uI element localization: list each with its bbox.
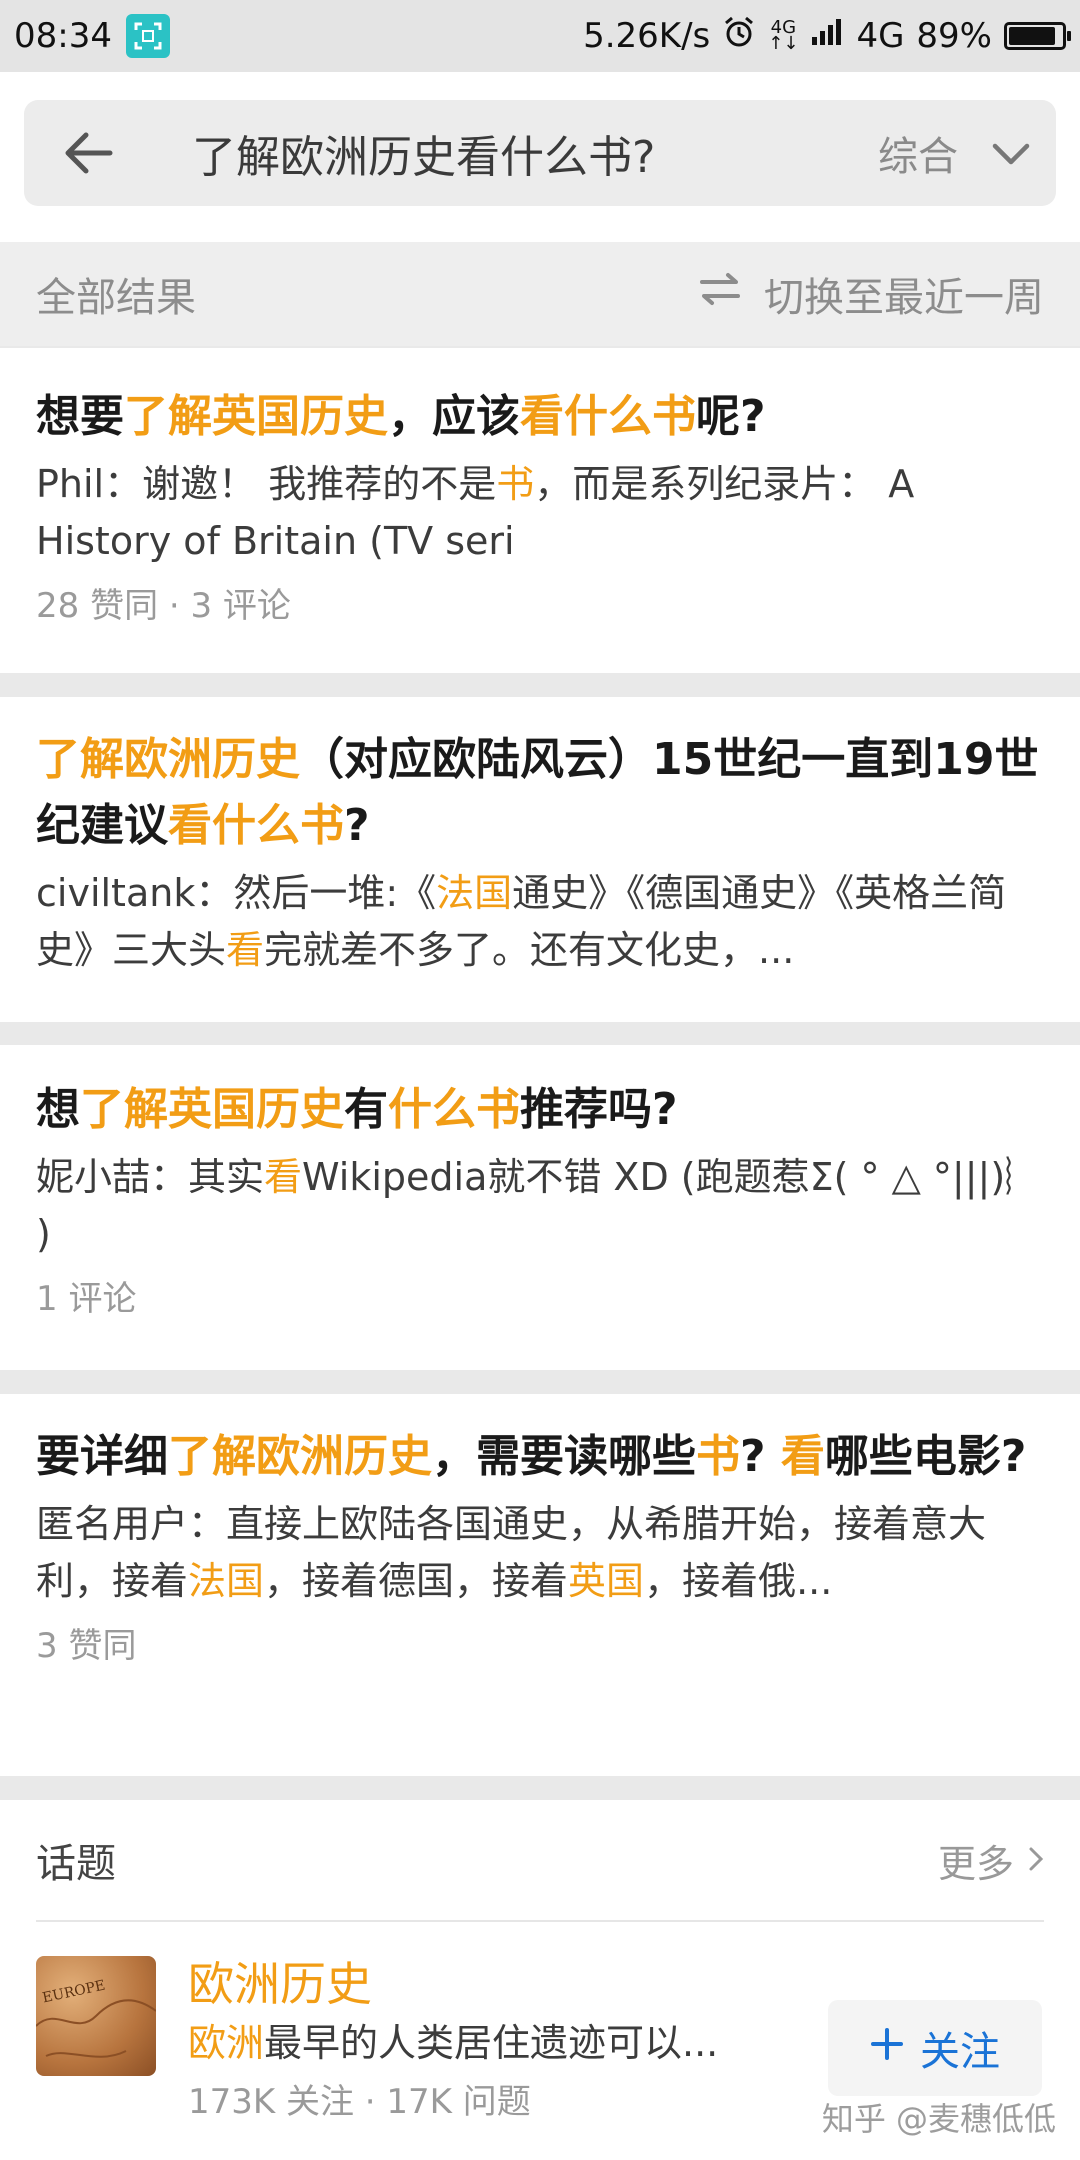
result-meta: 3 赞同 [36, 1626, 137, 1666]
network-speed: 5.26K/s [583, 16, 711, 56]
network-type: 4G [856, 16, 905, 56]
search-header: 了解欧洲历史看什么书? 综合 [0, 72, 1080, 242]
result-meta: 28 赞同 · 3 评论 [36, 586, 291, 626]
all-results-label: 全部结果 [36, 275, 196, 321]
topic-thumbnail[interactable]: EUROPE [36, 1956, 156, 2076]
result-card[interactable]: 想要了解英国历史，应该看什么书呢? Phil：谢邀！ 我推荐的不是书，而是系列纪… [0, 348, 1080, 673]
more-topics-link[interactable]: 更多 [938, 1833, 1044, 1888]
result-card[interactable]: 了解欧洲历史（对应欧陆风云）15世纪一直到19世纪建议看什么书? civilta… [0, 697, 1080, 1022]
mobile-data-indicator: 4G ↑↓ [768, 17, 799, 54]
topic-description: 欧洲最早的人类居住遗迹可以... [188, 2021, 719, 2065]
battery-percent: 89% [916, 16, 992, 56]
search-box[interactable]: 了解欧洲历史看什么书? 综合 [24, 100, 1056, 206]
battery-icon [1004, 22, 1071, 50]
status-time: 08:34 [14, 16, 112, 56]
result-snippet: Phil：谢邀！ 我推荐的不是书，而是系列纪录片： A History of B… [36, 462, 915, 563]
topics-section: 话题 更多 EUROPE 欧洲历史 欧洲最早的人类居住遗迹可以... 173K … [0, 1800, 1080, 2160]
arrow-left-icon[interactable] [62, 131, 152, 175]
result-snippet: 妮小喆：其实看Wikipedia就不错 XD (跑题惹Σ( ° △ °|||)︴… [36, 1155, 1044, 1256]
result-title[interactable]: 了解欧洲历史（对应欧陆风云）15世纪一直到19世纪建议看什么书? [36, 727, 1044, 859]
topic-name[interactable]: 欧洲历史 [188, 1948, 372, 2014]
follow-button[interactable]: 关注 [828, 2000, 1042, 2096]
result-snippet: 匿名用户：直接上欧陆各国通史，从希腊开始，接着意大利，接着法国，接着德国，接着英… [36, 1502, 987, 1603]
signal-icon [810, 16, 844, 56]
result-meta: 1 评论 [36, 1279, 137, 1319]
status-bar: 08:34 5.26K/s 4G ↑↓ 4G 89% [0, 0, 1080, 72]
sort-label: 综合 [878, 134, 958, 180]
chevron-down-icon [992, 130, 1030, 176]
sort-dropdown[interactable]: 综合 [878, 124, 1030, 182]
swap-arrows-icon [698, 271, 742, 317]
follow-label: 关注 [920, 2029, 1000, 2075]
watermark: 知乎 @麦穗低低 [821, 2100, 1056, 2138]
result-card[interactable]: 想了解英国历史有什么书推荐吗? 妮小喆：其实看Wikipedia就不错 XD (… [0, 1045, 1080, 1370]
results-filter-bar: 全部结果 切换至最近一周 [0, 242, 1080, 346]
plus-icon [870, 2025, 904, 2071]
result-title[interactable]: 想了解英国历史有什么书推荐吗? [36, 1077, 1044, 1143]
search-query[interactable]: 了解欧洲历史看什么书? [192, 121, 878, 185]
more-label: 更多 [937, 1841, 1014, 1886]
chevron-right-icon [1028, 1838, 1044, 1882]
result-title[interactable]: 要详细了解欧洲历史，需要读哪些书? 看哪些电影? [36, 1424, 1044, 1490]
screenshot-app-icon [125, 14, 170, 58]
result-card[interactable]: 要详细了解欧洲历史，需要读哪些书? 看哪些电影? 匿名用户：直接上欧陆各国通史，… [0, 1394, 1080, 1776]
result-title[interactable]: 想要了解英国历史，应该看什么书呢? [36, 384, 1044, 450]
result-snippet: civiltank：然后一堆:《法国通史》《德国通史》《英格兰简史》三大头看完就… [36, 871, 1007, 972]
topic-stats: 173K 关注 · 17K 问题 [188, 2082, 531, 2122]
switch-recent-week-button[interactable]: 切换至最近一周 [698, 265, 1044, 323]
alarm-icon [722, 15, 756, 58]
topics-title: 话题 [36, 1841, 116, 1887]
switch-label: 切换至最近一周 [764, 275, 1044, 321]
topics-header: 话题 更多 [36, 1800, 1044, 1922]
